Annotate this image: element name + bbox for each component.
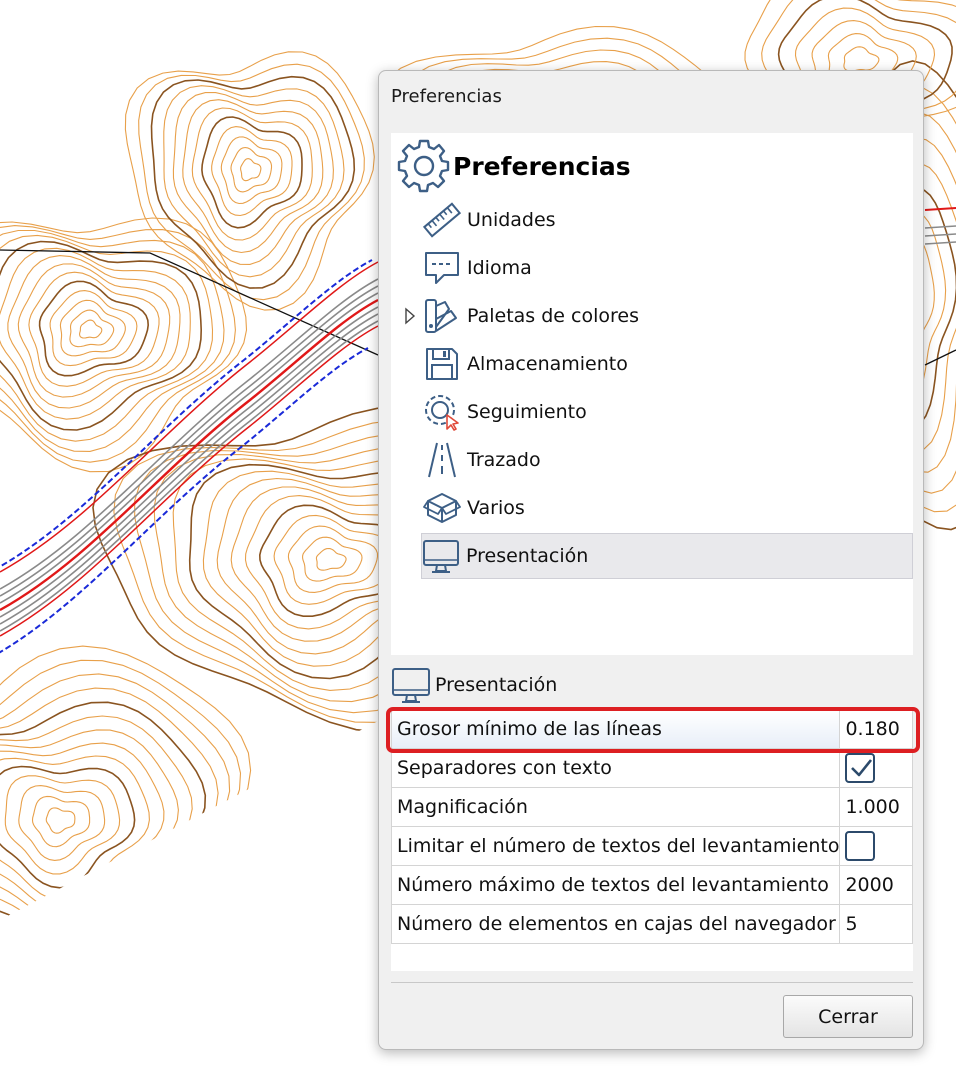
property-name: Grosor mínimo de las líneas (390, 709, 841, 749)
tree-item-presentacion[interactable]: Presentación (421, 533, 913, 579)
tree-item-label: Seguimiento (467, 401, 587, 423)
tree-item-trazado[interactable]: Trazado (423, 437, 913, 483)
checkmark-icon (851, 759, 873, 777)
tree-item-label: Varios (467, 497, 525, 519)
property-row[interactable]: Grosor mínimo de las líneas 0.180 (390, 709, 913, 749)
gear-icon (397, 139, 450, 193)
tree-item-label: Idioma (467, 257, 532, 279)
tree-item-seguimiento[interactable]: Seguimiento (423, 389, 913, 435)
property-row[interactable]: Separadores con texto (390, 748, 913, 788)
tree-item-almacenamiento[interactable]: Almacenamiento (423, 341, 913, 387)
road-icon (423, 441, 461, 479)
section-header: Presentación (391, 665, 557, 705)
property-name: Magnificación (390, 787, 841, 827)
property-value (839, 826, 913, 866)
floppy-disk-icon (423, 345, 461, 383)
property-row[interactable]: Número de elementos en cajas del navegad… (390, 904, 913, 944)
property-name: Número máximo de textos del levantamient… (390, 865, 841, 905)
property-value-input[interactable]: 1.000 (839, 787, 913, 827)
separators-checkbox[interactable] (845, 753, 876, 783)
tree-item-label: Paletas de colores (467, 305, 639, 327)
property-value-input[interactable]: 2000 (839, 865, 913, 905)
tree-item-label: Unidades (467, 209, 556, 231)
monitor-icon (392, 668, 430, 703)
property-value-input[interactable]: 5 (839, 904, 913, 944)
tree-header-label: Preferencias (453, 151, 631, 181)
tree-item-label: Presentación (466, 545, 589, 567)
property-row[interactable]: Número máximo de textos del levantamient… (390, 865, 913, 905)
tree-item-varios[interactable]: Varios (423, 485, 913, 531)
ruler-icon (423, 201, 461, 239)
property-name: Separadores con texto (390, 748, 841, 788)
close-button[interactable]: Cerrar (783, 995, 913, 1038)
property-row[interactable]: Magnificación 1.000 (390, 787, 913, 827)
property-name: Limitar el número de textos del levantam… (390, 826, 841, 866)
color-palette-icon (423, 297, 461, 335)
tracking-cursor-icon (423, 393, 461, 431)
tree-header: Preferencias (397, 139, 631, 193)
property-name: Número de elementos en cajas del navegad… (390, 904, 841, 944)
preferences-tree: Preferencias Unidades Idioma Paletas de … (391, 133, 913, 655)
property-grid: Grosor mínimo de las líneas 0.180 Separa… (390, 709, 913, 971)
tree-item-label: Trazado (467, 449, 541, 471)
boxes-icon (423, 489, 461, 527)
preferences-dialog: Preferencias Preferencias Unidades Idiom… (378, 70, 924, 1050)
tree-item-label: Almacenamiento (467, 353, 628, 375)
divider (391, 982, 913, 983)
tree-item-paletas[interactable]: Paletas de colores (423, 293, 913, 339)
expand-arrow-icon[interactable] (403, 307, 417, 325)
speech-bubble-icon (423, 249, 461, 287)
tree-item-idioma[interactable]: Idioma (423, 245, 913, 291)
monitor-icon (422, 537, 460, 575)
dialog-title: Preferencias (391, 86, 502, 107)
limit-texts-checkbox[interactable] (845, 831, 876, 861)
section-title: Presentación (435, 674, 558, 696)
tree-item-unidades[interactable]: Unidades (423, 197, 913, 243)
property-value-input[interactable]: 0.180 (839, 709, 913, 749)
property-value (839, 748, 913, 788)
property-row[interactable]: Limitar el número de textos del levantam… (390, 826, 913, 866)
